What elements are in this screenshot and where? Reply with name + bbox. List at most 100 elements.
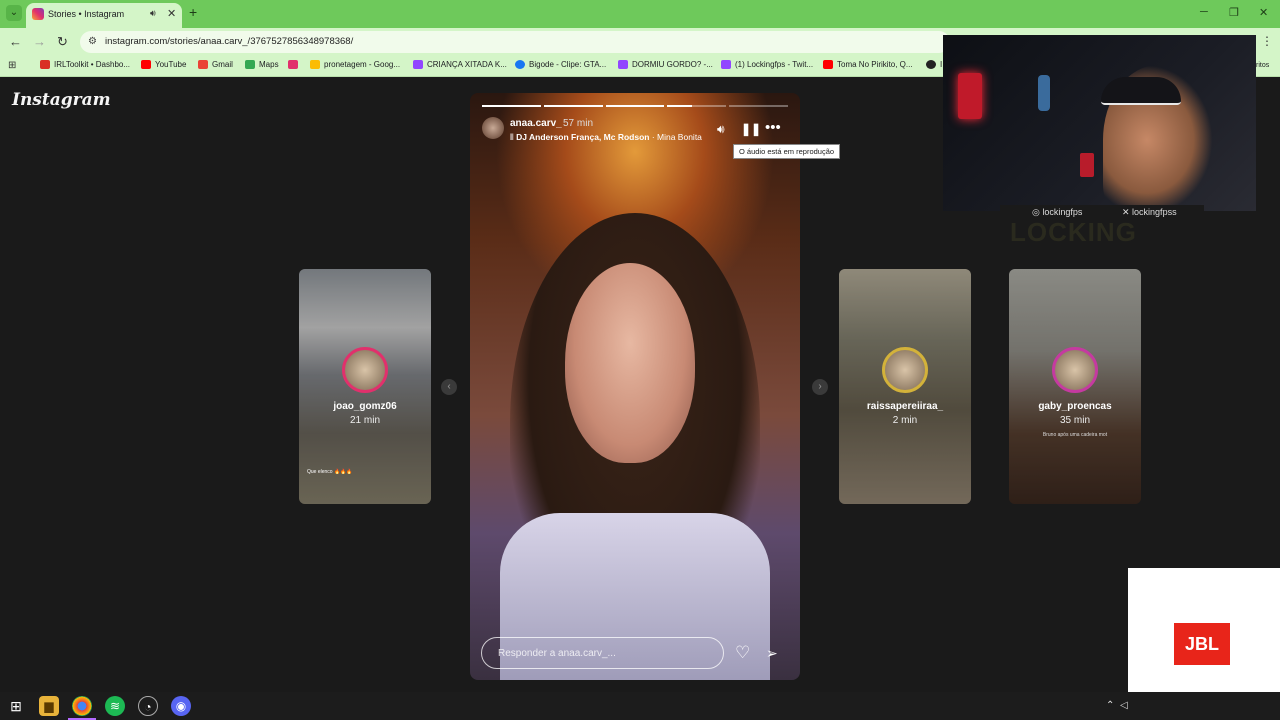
instagram-icon — [288, 60, 298, 70]
obs-icon[interactable]: ◔ — [138, 696, 158, 716]
next-story-icon[interactable]: › — [812, 379, 828, 395]
avatar — [342, 347, 388, 393]
preview-caption: Que elenco 🔥🔥🔥 — [307, 469, 353, 475]
bookmark-other[interactable]: I — [926, 60, 942, 70]
progress-segment — [482, 105, 541, 107]
progress-segment — [543, 105, 603, 107]
previous-story-icon[interactable]: ‹ — [441, 379, 457, 395]
file-explorer-icon[interactable]: ▆ — [39, 696, 59, 716]
reload-icon[interactable]: ↻ — [57, 34, 68, 50]
instagram-favicon-icon — [32, 8, 44, 20]
facebook-icon — [515, 60, 525, 70]
bookmark-drive[interactable]: pronetagem - Goog... — [310, 60, 400, 70]
avatar[interactable] — [482, 117, 504, 139]
tab-title: Stories • Instagram — [48, 9, 125, 19]
social-handles-overlay: ◎ lockingfps ✕ lockingfpss LOCKING — [1000, 205, 1204, 247]
new-tab-icon[interactable]: + — [189, 4, 197, 20]
jbl-logo: JBL — [1174, 623, 1230, 665]
preview-username: gaby_proencas — [1038, 401, 1112, 412]
story-time: 57 min — [563, 118, 594, 129]
story-preview-joao[interactable]: joao_gomz06 21 min Que elenco 🔥🔥🔥 — [299, 269, 431, 504]
twitch-icon — [618, 60, 628, 70]
tab-close-icon[interactable]: ✕ — [167, 7, 176, 20]
bookmark-youtube-2[interactable]: Toma No Pirikito, Q... — [823, 60, 913, 70]
back-icon[interactable]: ← — [9, 34, 22, 49]
progress-segment — [729, 105, 788, 107]
globe-icon — [926, 60, 936, 70]
red-cup-prop — [1080, 153, 1094, 177]
story-media-face — [565, 263, 695, 463]
music-title: · Mina Bonita — [651, 132, 702, 142]
instagram-icon: ◎ — [1032, 207, 1043, 217]
bookmark-irltoolkit[interactable]: IRLToolkit • Dashbo... — [40, 60, 130, 70]
site-info-icon[interactable]: ⚙ — [88, 36, 100, 48]
spotify-icon[interactable]: ≋ — [105, 696, 125, 716]
gmail-icon — [198, 60, 208, 70]
bookmark-twitch-1[interactable]: CRIANÇA XITADA K... — [413, 60, 507, 70]
x-logo-icon: ✕ — [1122, 207, 1133, 217]
preview-time: 35 min — [1059, 415, 1090, 426]
progress-fill — [667, 105, 693, 107]
progress-fill — [543, 105, 603, 107]
story-viewer[interactable]: anaa.carv_ 57 min ⦀ DJ Anderson França, … — [470, 93, 800, 680]
maps-icon — [245, 60, 255, 70]
story-music[interactable]: ⦀ DJ Anderson França, Mc Rodson · Mina B… — [510, 132, 702, 143]
bookmark-folder-label[interactable]: ritos — [1256, 62, 1269, 69]
chrome-icon[interactable] — [72, 696, 92, 716]
avatar — [882, 347, 928, 393]
twitch-icon — [721, 60, 731, 70]
avatar — [1052, 347, 1098, 393]
streamer-cap — [1101, 77, 1181, 105]
progress-fill — [482, 105, 541, 107]
restore-icon[interactable]: ❐ — [1229, 6, 1239, 19]
youtube-icon — [823, 60, 833, 70]
story-preview-gaby[interactable]: gaby_proencas 35 min Bruno após uma cade… — [1009, 269, 1141, 504]
windows-start-icon[interactable]: ⊞ — [6, 696, 26, 716]
tab-audio-playing-icon[interactable]: 🔊︎ — [150, 8, 156, 19]
progress-fill — [605, 105, 665, 107]
bookmark-twitch-3[interactable]: (1) Lockingfps - Twit... — [721, 60, 813, 70]
bookmark-twitch-2[interactable]: DORMIU GORDO? -... — [618, 60, 713, 70]
window-close-icon[interactable]: ✕ — [1259, 6, 1268, 19]
discord-icon[interactable]: ◉ — [171, 696, 191, 716]
bookmark-instagram[interactable] — [288, 60, 302, 70]
forward-icon[interactable]: → — [33, 34, 46, 49]
apps-grid-icon[interactable]: ⊞ — [8, 60, 16, 71]
water-bottle-prop — [1038, 75, 1050, 111]
tray-chevron-icon[interactable]: ⌃ — [1106, 700, 1114, 711]
address-bar[interactable]: ⚙ instagram.com/stories/anaa.carv_/37675… — [80, 31, 950, 53]
pause-icon[interactable]: ❚❚ — [741, 122, 761, 136]
more-options-icon[interactable]: ••• — [765, 119, 781, 136]
webcam-overlay — [943, 35, 1256, 211]
youtube-icon — [141, 60, 151, 70]
volume-icon[interactable]: 🔊︎ — [717, 122, 725, 137]
reply-input[interactable]: Responder a anaa.carv_... — [481, 637, 724, 669]
minimize-icon[interactable]: ─ — [1200, 6, 1208, 18]
red-light-prop — [958, 73, 982, 119]
preview-username: raissapereiiraa_ — [866, 401, 944, 412]
tab-instagram-stories[interactable]: Stories • Instagram 🔊︎ ✕ — [26, 3, 182, 28]
send-icon[interactable]: ➢ — [766, 645, 778, 662]
audio-tooltip: O áudio está em reprodução — [733, 144, 841, 159]
tab-search-menu-icon[interactable]: ⌄ — [6, 5, 22, 21]
story-username[interactable]: anaa.carv_ — [510, 118, 562, 129]
twitch-icon — [413, 60, 423, 70]
story-progress-bar — [482, 105, 788, 107]
preview-time: 2 min — [892, 415, 918, 426]
preview-username: joao_gomz06 — [333, 401, 397, 412]
music-artists: DJ Anderson França, Mc Rodson — [516, 132, 650, 142]
tray-volume-icon[interactable]: ◁ — [1120, 700, 1128, 711]
reply-placeholder: Responder a anaa.carv_... — [498, 648, 616, 659]
browser-menu-icon[interactable]: ⋮ — [1261, 34, 1273, 48]
bookmark-youtube[interactable]: YouTube — [141, 60, 186, 70]
progress-segment — [605, 105, 665, 107]
instagram-logo[interactable]: Instagram — [12, 90, 111, 110]
bookmark-maps[interactable]: Maps — [245, 60, 279, 70]
preview-time: 21 min — [349, 415, 380, 426]
bookmark-gmail[interactable]: Gmail — [198, 60, 233, 70]
irltoolkit-icon — [40, 60, 50, 70]
like-heart-icon[interactable]: ♡ — [735, 643, 750, 663]
story-preview-raissa[interactable]: raissapereiiraa_ 2 min — [839, 269, 971, 504]
bookmark-facebook[interactable]: Bigode - Clipe: GTA... — [515, 60, 606, 70]
url-text[interactable]: instagram.com/stories/anaa.carv_/3767527… — [105, 36, 353, 47]
